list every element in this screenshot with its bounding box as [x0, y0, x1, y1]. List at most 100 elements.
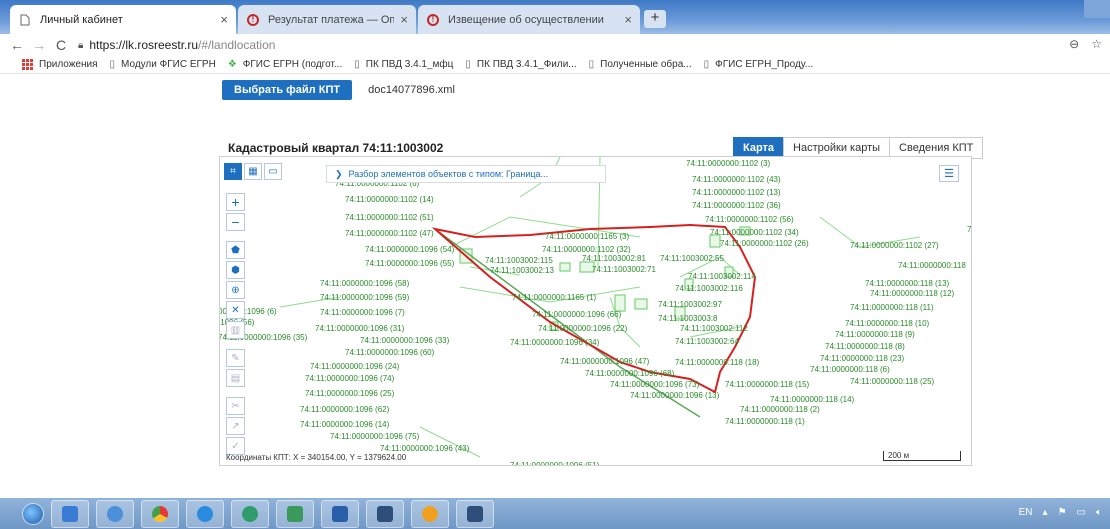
scissors-icon[interactable]: ✂: [226, 397, 245, 415]
parcel-label: 74: [967, 225, 972, 234]
url-field[interactable]: 🔒︎ https://lk.rosreestr.ru/#/landlocatio…: [78, 38, 275, 52]
trash-icon[interactable]: ▥: [226, 321, 245, 339]
parcel-label: 74:11:0000000:1102 (36): [692, 201, 781, 210]
parcel-label: 74:11:0000000:1096 (31): [315, 324, 405, 333]
parcel-label: 74:11:0000000:1165 (3): [545, 232, 630, 241]
selected-file-name: doc14077896.xml: [368, 84, 455, 96]
parcel-label: 74:11:0000000:1096 (24): [310, 362, 400, 371]
window-icon[interactable]: ▭: [264, 163, 282, 180]
app-icon[interactable]: [411, 499, 449, 528]
page-icon: ▯: [703, 59, 710, 70]
flag-icon[interactable]: ⚑: [1058, 507, 1067, 518]
parcel-label: 74:11:0000000:1102 (27): [850, 241, 939, 250]
parcel-label: 74:11:0000000:1096 (75): [330, 432, 420, 441]
polygon-edit-icon[interactable]: ⬢: [226, 261, 245, 279]
parcel-label: 74:11:0000000:1096 (34): [510, 338, 600, 347]
close-icon[interactable]: ×: [220, 12, 228, 27]
screen: Личный кабинет × ! Результат платежа — О…: [0, 0, 1110, 529]
paint-icon[interactable]: [51, 499, 89, 528]
ie-icon[interactable]: [186, 499, 224, 528]
back-arrow-icon[interactable]: ←: [6, 37, 28, 53]
reload-icon[interactable]: C: [50, 37, 72, 53]
parcel-label: 74:11:1003003:8: [658, 314, 718, 323]
split-icon[interactable]: ↗: [226, 417, 245, 435]
parcel-label: 74:11:0000000:118 (10): [845, 319, 930, 328]
parcel-label: 74:11:0000000:1096 (25): [305, 389, 395, 398]
tab-notice[interactable]: ! Извещение об осуществлении ×: [418, 5, 640, 34]
polygon-icon[interactable]: ⬟: [226, 241, 245, 259]
zoom-in-icon[interactable]: +: [226, 193, 245, 211]
page-icon: ▯: [109, 59, 116, 70]
address-bar: ← → C 🔒︎ https://lk.rosreestr.ru/#/landl…: [0, 34, 1110, 56]
tab-label: Личный кабинет: [40, 13, 123, 26]
parcel-label: 74:11:0000000:1096 (68): [585, 369, 675, 378]
bookmark-apps[interactable]: Приложения: [22, 59, 98, 70]
tab-payment-result[interactable]: ! Результат платежа — Оплата го ×: [238, 5, 416, 34]
parcel-label: 74:11:1003002:81: [582, 254, 646, 263]
forward-arrow-icon[interactable]: →: [28, 37, 50, 53]
bookmark-item[interactable]: ▯ Модули ФГИС ЕГРН: [110, 59, 216, 70]
parcel-label: 74:11:0000000:1096 (62): [300, 405, 390, 414]
excel-icon[interactable]: [276, 499, 314, 528]
media-icon[interactable]: [96, 499, 134, 528]
parcel-label: 74:11:0000000:118 (2): [740, 405, 820, 414]
clear-icon[interactable]: ✕: [226, 301, 245, 319]
photo-icon[interactable]: [456, 499, 494, 528]
taskbar: EN ▴ ⚑ ▭ 🔈︎: [0, 498, 1110, 529]
page-icon: ▯: [588, 59, 595, 70]
start-button[interactable]: [22, 502, 44, 525]
chrome-icon[interactable]: [141, 499, 179, 528]
bookmark-item[interactable]: ▯ ФГИС ЕГРН_Проду...: [704, 59, 814, 70]
zoom-out-icon[interactable]: −: [226, 213, 245, 231]
new-tab-button[interactable]: +: [644, 10, 666, 28]
parcel-label: 74:11:0000000:1165 (1): [512, 293, 597, 302]
parcel-label: 74:11:0000000:1102 (13): [692, 188, 781, 197]
parcel-label: 74:11:0000000:1096 (58): [320, 279, 410, 288]
parcel-label: 74:11:0000000:1102 (14): [345, 195, 434, 204]
map-mode-toolbar: ⌗ ▦ ▭: [224, 163, 282, 180]
parcel-label: 74:11:0000000:118 (18): [675, 358, 760, 367]
bookmark-item[interactable]: ▯ ПК ПВД 3.4.1_мфц: [354, 59, 453, 70]
map-view[interactable]: 74:11:0000000:1102 (3) 74:11:0000000:1102…: [219, 156, 972, 466]
parcel-label: 74:11:1003002:55: [660, 254, 724, 263]
bookmark-item[interactable]: ❖ ФГИС ЕГРН (подгот...: [228, 59, 342, 70]
select-tool-icon[interactable]: ⌗: [224, 163, 242, 180]
parcel-label: 74:11:0000000:118: [898, 261, 966, 270]
coordinates-readout: Координаты КПТ: X = 340154.00, Y = 13796…: [226, 453, 407, 462]
choose-kpt-file-button[interactable]: Выбрать файл КПТ: [222, 80, 353, 100]
parcel-label: 74:11:0000000:1102 (47): [345, 229, 434, 238]
parcel-label: 74:11:0000000:1102 (56): [705, 215, 794, 224]
parcel-label: 74:11:0000000:1102 (32): [542, 245, 631, 254]
parcel-label: 74:11:0000000:118 (23): [820, 354, 905, 363]
display-icon[interactable]: ▭: [1077, 507, 1086, 518]
tray-up-icon[interactable]: ▴: [1043, 507, 1048, 518]
bookmark-item[interactable]: ▯ Полученные обра...: [589, 59, 692, 70]
star-icon[interactable]: ☆: [1091, 37, 1102, 51]
scale-bar: 200 м: [883, 451, 961, 461]
network-icon[interactable]: [231, 499, 269, 528]
pencil-icon[interactable]: ✎: [226, 349, 245, 367]
system-tray: EN ▴ ⚑ ▭ 🔈︎: [1019, 507, 1102, 518]
parcel-label: 74:11:1003002:97: [658, 300, 722, 309]
tab-label: Извещение об осуществлении: [448, 13, 604, 26]
parcel-label: 74:11:0000000:1096 (47): [560, 357, 650, 366]
legend-list-icon[interactable]: ☰: [939, 165, 959, 182]
bookmark-item[interactable]: ▯ ПК ПВД 3.4.1_Фили...: [465, 59, 576, 70]
photo-icon[interactable]: [366, 499, 404, 528]
layers-icon[interactable]: ▦: [244, 163, 262, 180]
parcel-label: 74:11:0000000:118 (12): [870, 289, 955, 298]
download-icon[interactable]: ⊕: [226, 281, 245, 299]
close-icon[interactable]: ×: [400, 12, 408, 27]
zoom-icon[interactable]: ⊖: [1069, 37, 1079, 51]
window-minimize-button[interactable]: [1084, 0, 1110, 18]
language-indicator[interactable]: EN: [1019, 507, 1033, 518]
save-icon[interactable]: ▤: [226, 369, 245, 387]
parcel-label: 74:11:1003002:116: [675, 284, 743, 293]
close-icon[interactable]: ×: [624, 12, 632, 27]
error-icon: !: [426, 13, 440, 27]
volume-icon[interactable]: 🔈︎: [1096, 507, 1102, 518]
word-icon[interactable]: [321, 499, 359, 528]
parcel-label: 74:11:1003002:71: [592, 265, 656, 274]
tab-personal-account[interactable]: Личный кабинет ×: [10, 5, 236, 34]
file-row: Выбрать файл КПТ doc14077896.xml: [222, 80, 455, 100]
